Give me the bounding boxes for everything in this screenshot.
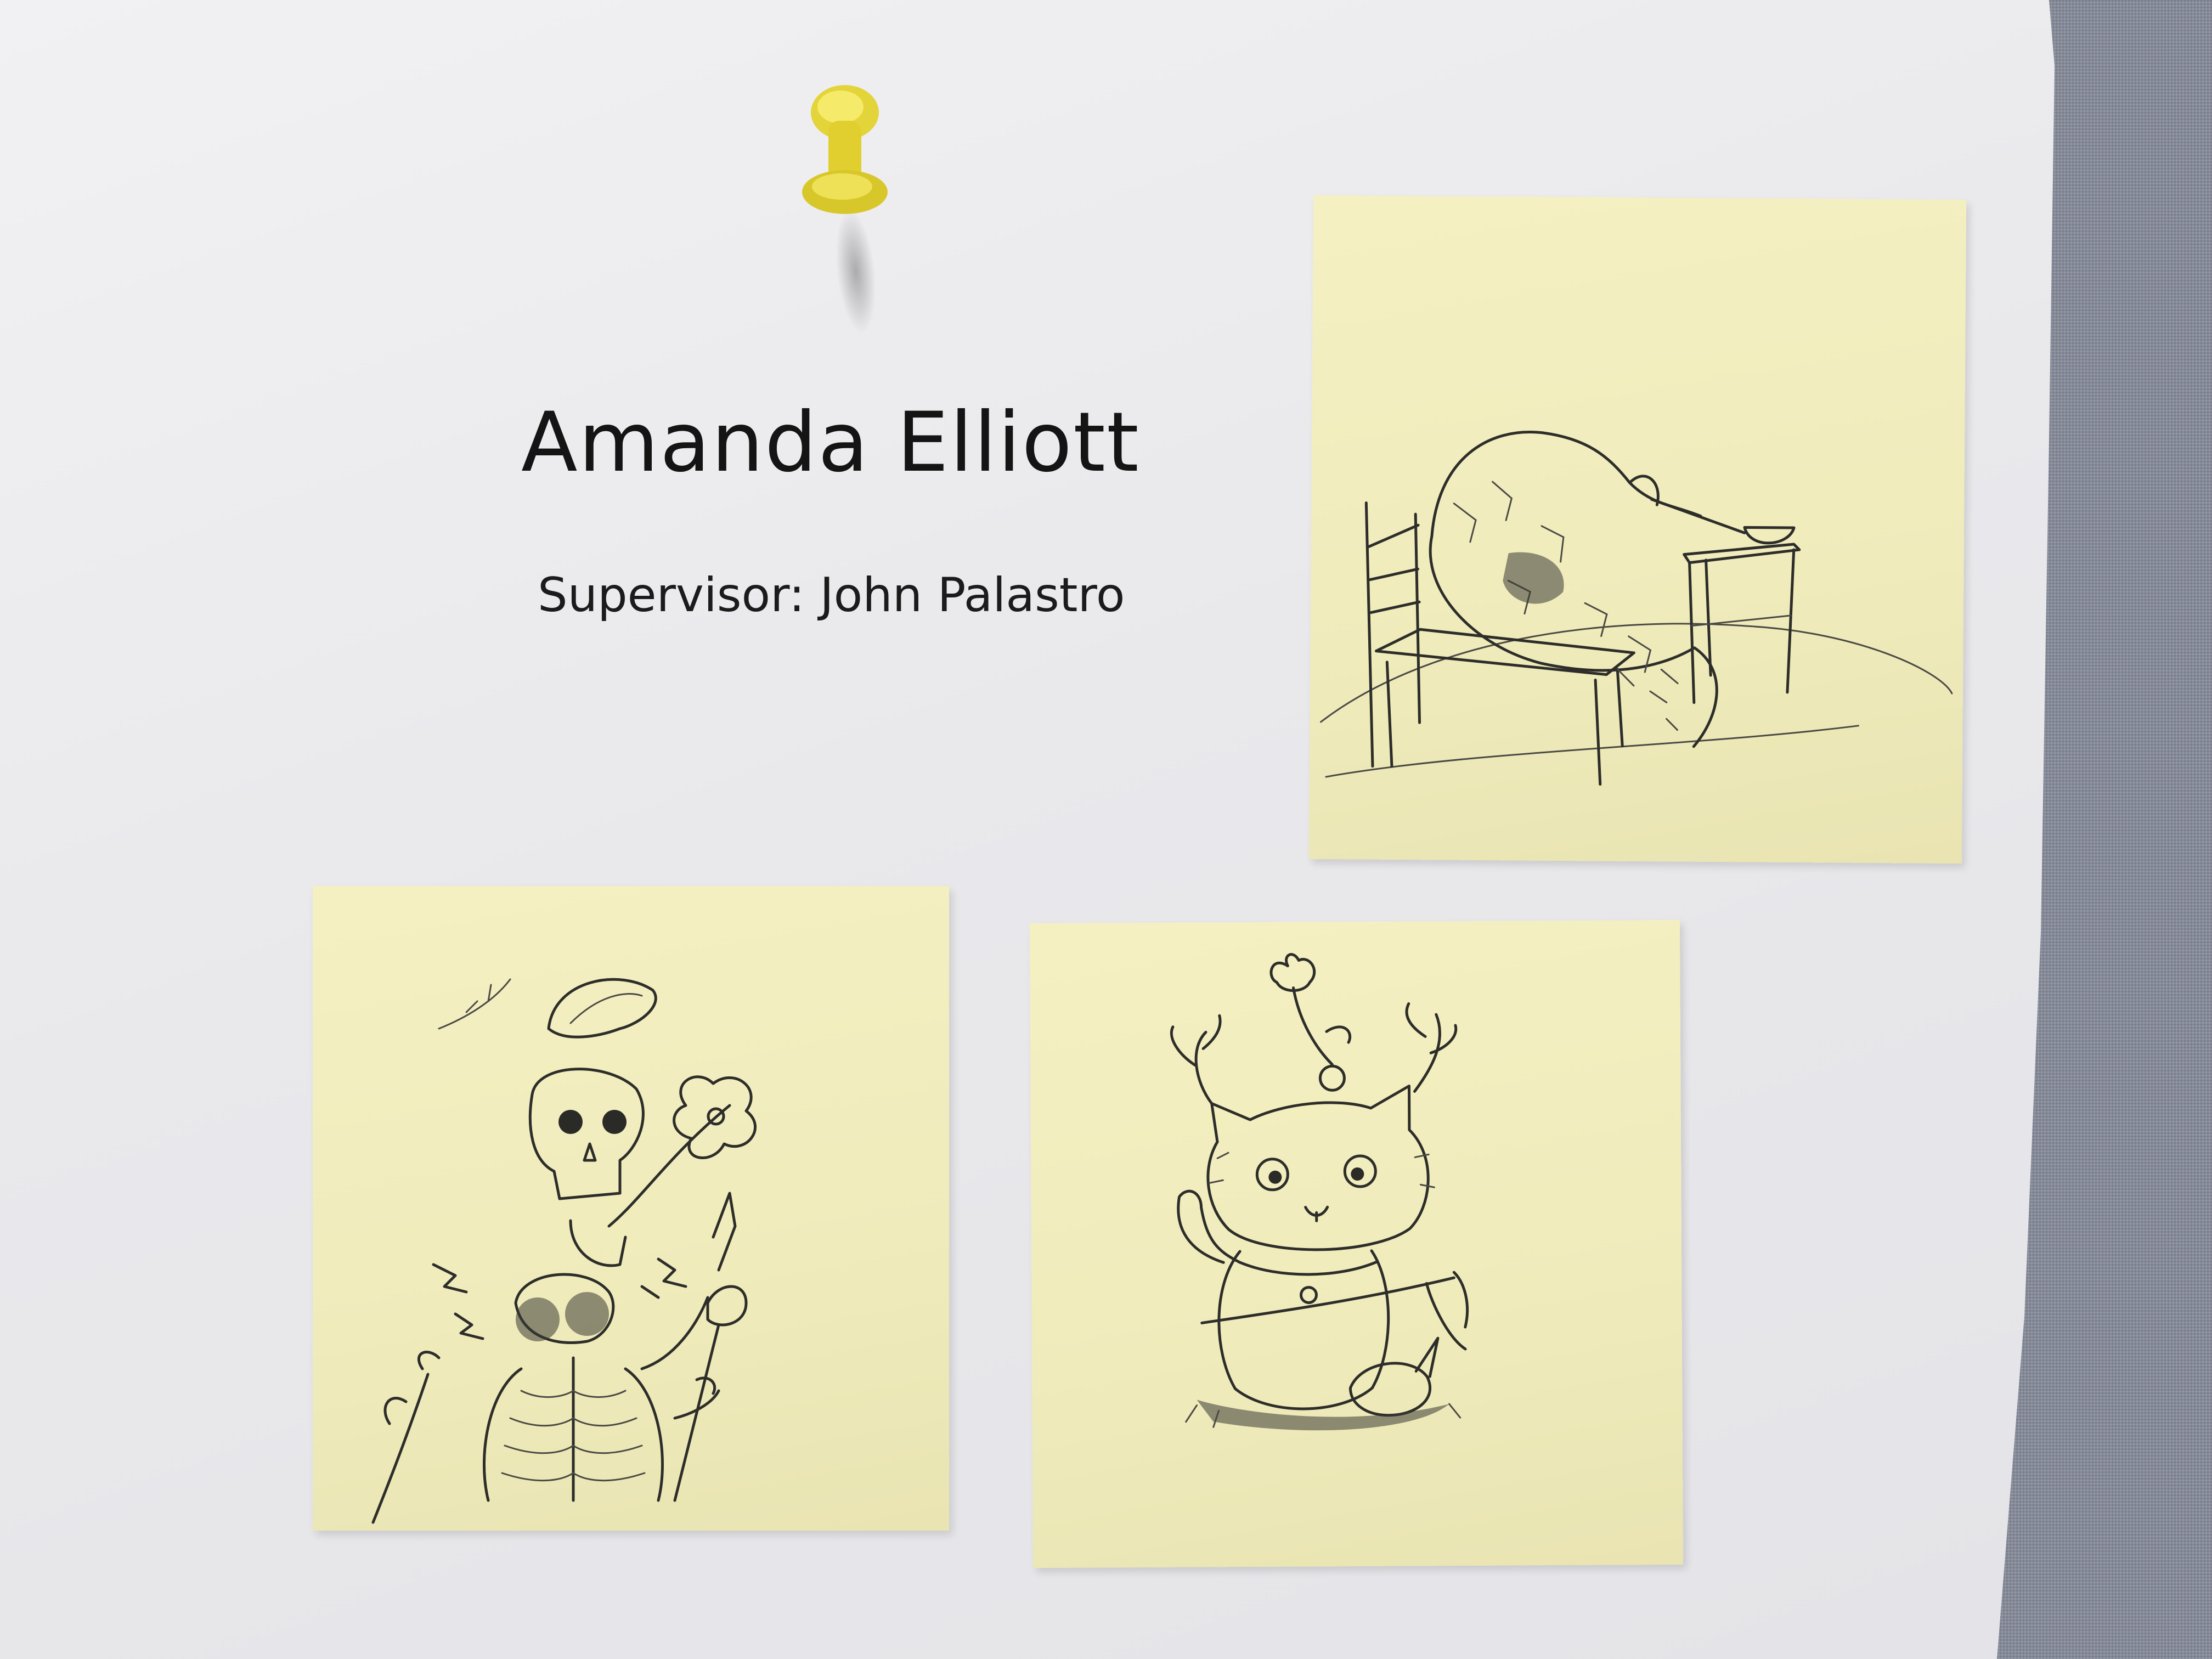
antlered-cat-sketch <box>1170 953 1469 1431</box>
sticky-note-pangolin <box>1308 195 1967 864</box>
sticky-note-skeleton <box>313 886 949 1531</box>
presenter-name: Amanda Elliott <box>521 395 1140 490</box>
skeleton-sketch <box>371 978 757 1524</box>
push-pin-icon <box>802 85 888 214</box>
supervisor-line: Supervisor: John Palastro <box>538 568 1125 623</box>
sticky-note-antlered-cat <box>1029 919 1684 1568</box>
push-pin-shadow <box>830 206 882 337</box>
poster-paper: Amanda Elliott Supervisor: John Palastro <box>0 0 2055 1659</box>
pangolin-chair-sketch <box>1320 431 1953 786</box>
